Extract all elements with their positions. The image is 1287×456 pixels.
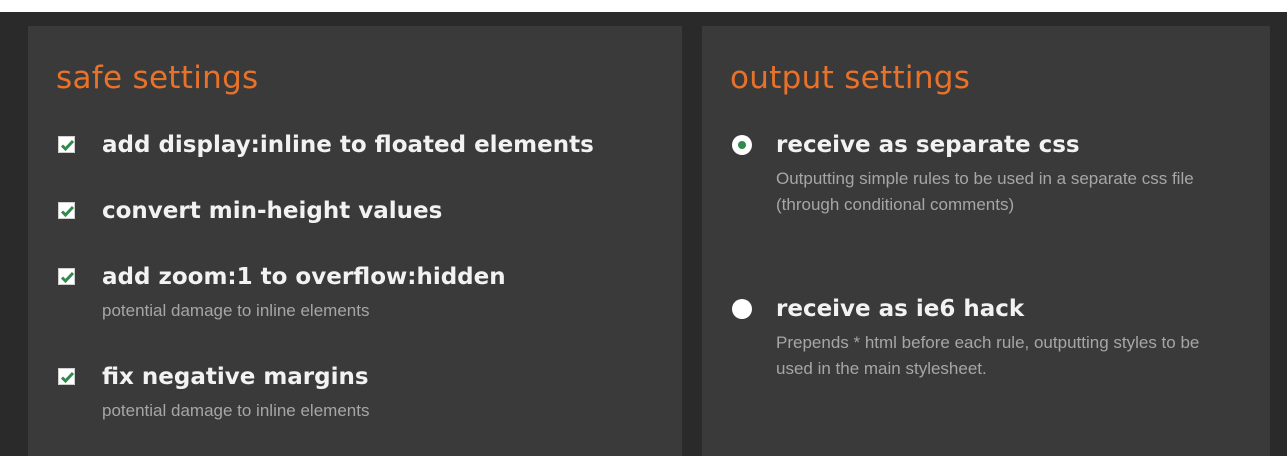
option-description: potential damage to inline elements	[102, 401, 370, 420]
option-description: Outputting simple rules to be used in a …	[776, 169, 1194, 214]
output-settings-title: output settings	[730, 60, 971, 96]
option-label: fix negative margins	[102, 364, 369, 390]
radio-unselected-icon[interactable]	[732, 299, 752, 319]
top-strip	[0, 0, 1287, 12]
option-label: add zoom:1 to overflow:hidden	[102, 264, 506, 290]
option-description: potential damage to inline elements	[102, 301, 370, 320]
option-negative-margins[interactable]: fix negative margins potential damage to…	[56, 364, 676, 426]
safe-settings-panel: safe settings add display:inline to floa…	[28, 26, 682, 456]
option-label: receive as separate css	[776, 132, 1080, 158]
option-min-height[interactable]: convert min-height values	[56, 198, 676, 228]
option-display-inline[interactable]: add display:inline to floated elements	[56, 132, 676, 162]
checkbox-checked-icon[interactable]	[58, 268, 75, 285]
option-ie6-hack[interactable]: receive as ie6 hack Prepends * html befo…	[730, 296, 1250, 436]
checkbox-checked-icon[interactable]	[58, 136, 75, 153]
checkbox-checked-icon[interactable]	[58, 202, 75, 219]
option-description: Prepends * html before each rule, output…	[776, 333, 1200, 378]
option-zoom-overflow[interactable]: add zoom:1 to overflow:hidden potential …	[56, 264, 676, 326]
option-label: convert min-height values	[102, 198, 443, 224]
output-settings-panel: output settings receive as separate css …	[702, 26, 1270, 456]
radio-dot	[738, 141, 746, 149]
checkbox-checked-icon[interactable]	[58, 368, 75, 385]
option-separate-css[interactable]: receive as separate css Outputting simpl…	[730, 132, 1250, 272]
radio-selected-icon[interactable]	[732, 135, 752, 155]
option-label: receive as ie6 hack	[776, 296, 1025, 322]
option-label: add display:inline to floated elements	[102, 132, 594, 158]
safe-settings-title: safe settings	[56, 60, 259, 96]
